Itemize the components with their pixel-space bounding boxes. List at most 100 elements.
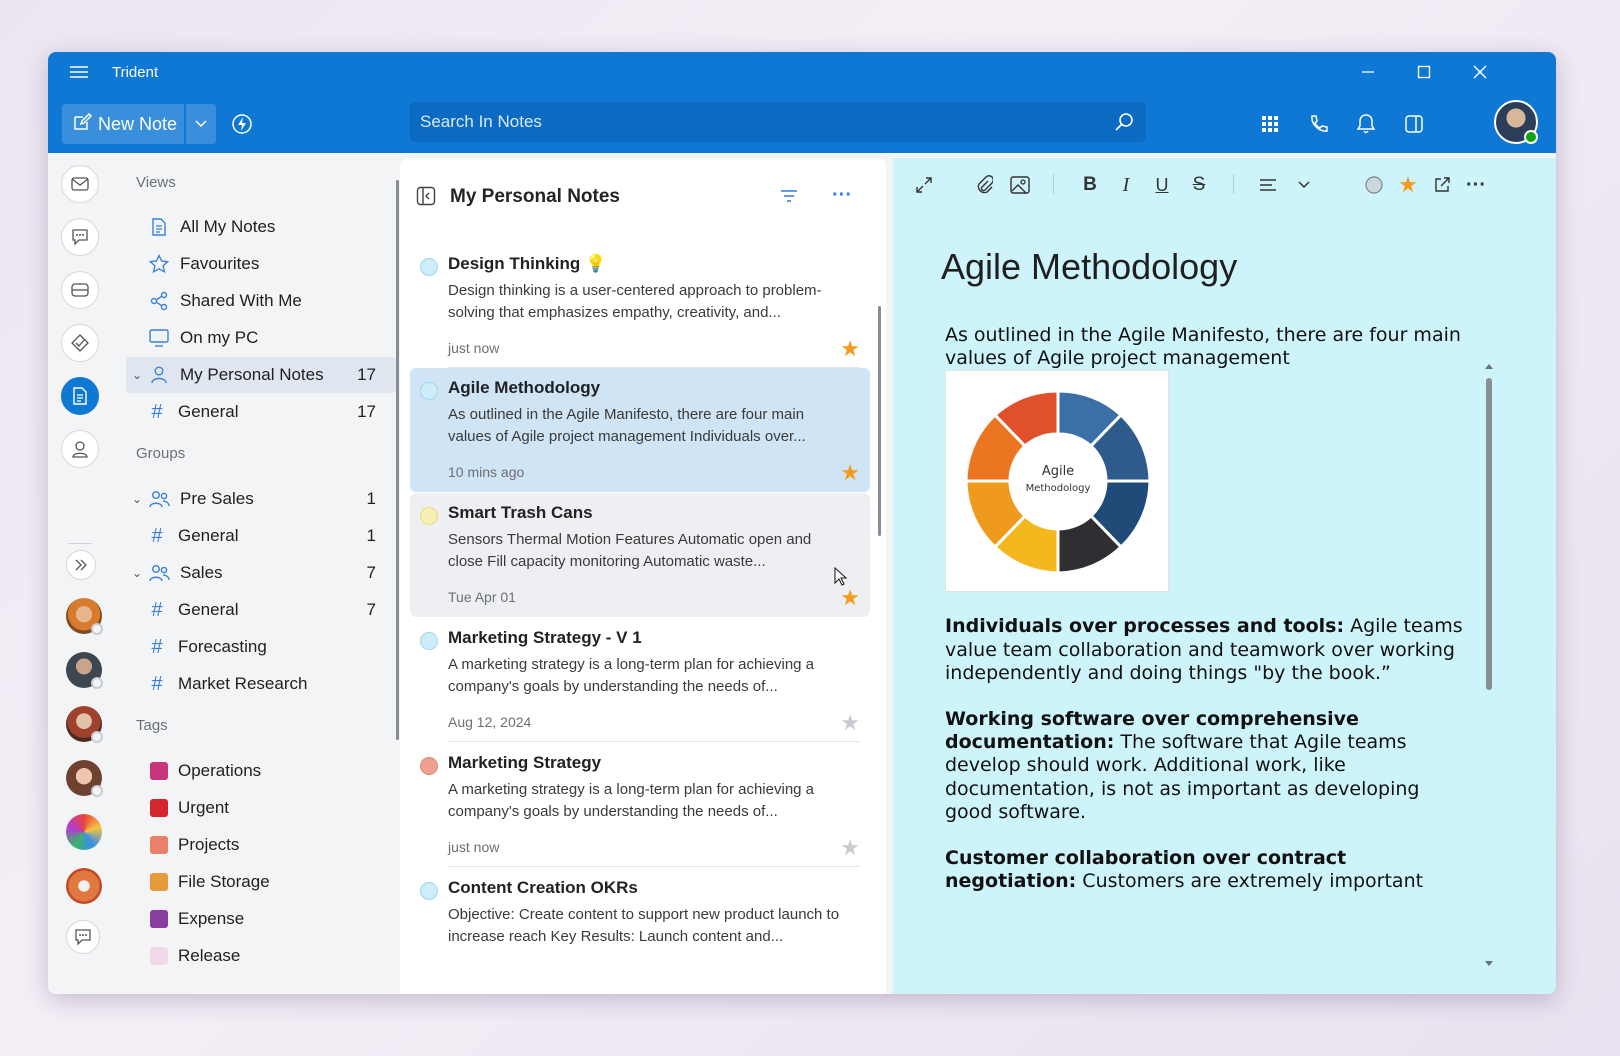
close-button[interactable] <box>1460 58 1500 86</box>
scroll-thumb[interactable] <box>1486 378 1492 690</box>
note-color-icon[interactable] <box>1359 170 1389 200</box>
maximize-button[interactable] <box>1404 58 1444 86</box>
nav-group-sales[interactable]: ⌄ Sales 7 <box>126 555 396 591</box>
filter-icon[interactable] <box>780 188 798 209</box>
bell-icon[interactable] <box>1352 110 1380 138</box>
nav-sales-general[interactable]: # General 7 <box>146 592 396 628</box>
star-icon[interactable]: ★ <box>840 835 860 861</box>
editor-scrollbar[interactable] <box>1484 360 1494 966</box>
contact-avatar-6[interactable] <box>66 868 102 904</box>
star-icon[interactable]: ★ <box>840 710 860 736</box>
bold-icon[interactable]: B <box>1075 170 1105 200</box>
contact-avatar-1[interactable] <box>66 598 103 635</box>
feedback-icon[interactable] <box>66 920 100 954</box>
nav-all-my-notes[interactable]: All My Notes <box>126 209 396 245</box>
note-item-marketing-strategy-v1[interactable]: Marketing Strategy - V 1 A marketing str… <box>410 618 870 742</box>
note-preview: Design thinking is a user-centered appro… <box>448 282 822 321</box>
more-options-icon[interactable]: ··· <box>1461 170 1491 200</box>
nav-pre-sales-general[interactable]: # General 1 <box>146 518 396 554</box>
nav-favourites[interactable]: Favourites <box>126 246 396 282</box>
contact-avatar-2[interactable] <box>66 652 103 689</box>
tag-label: File Storage <box>178 872 270 891</box>
open-external-icon[interactable] <box>1427 170 1457 200</box>
phone-icon[interactable] <box>1304 110 1332 138</box>
underline-icon[interactable]: U <box>1147 170 1177 200</box>
tag-projects[interactable]: Projects <box>150 827 396 863</box>
collapse-panel-icon[interactable] <box>416 186 436 211</box>
chevron-down-icon[interactable] <box>1289 170 1319 200</box>
note-item-agile-methodology[interactable]: Agile Methodology As outlined in the Agi… <box>410 368 870 492</box>
chat-icon[interactable] <box>61 218 99 256</box>
note-body[interactable]: As outlined in the Agile Manifesto, ther… <box>945 324 1465 906</box>
star-icon[interactable]: ★ <box>1393 170 1423 200</box>
note-date: just now <box>448 839 500 855</box>
panel-toggle-icon[interactable] <box>1400 110 1428 138</box>
new-note-button[interactable]: New Note <box>62 104 184 144</box>
paragraph-text: Customers are extremely important <box>1076 870 1424 893</box>
contact-avatar-5[interactable] <box>66 814 102 850</box>
nav-personal-general[interactable]: # General 17 <box>146 394 396 430</box>
nav-on-my-pc[interactable]: On my PC <box>126 320 396 356</box>
search-icon[interactable] <box>1114 112 1134 137</box>
navigation-panel: Views All My Notes Favourites Shared Wit… <box>112 153 400 994</box>
strikethrough-icon[interactable]: S <box>1184 170 1214 200</box>
expand-icon[interactable] <box>66 550 96 580</box>
align-icon[interactable] <box>1253 170 1283 200</box>
nav-label: On my PC <box>180 328 259 347</box>
presence-dot <box>91 731 103 743</box>
mail-icon[interactable] <box>61 165 99 203</box>
hamburger-menu-icon[interactable] <box>68 64 90 80</box>
user-avatar[interactable] <box>1494 100 1538 144</box>
note-item-marketing-strategy[interactable]: Marketing Strategy A marketing strategy … <box>410 743 870 867</box>
tag-operations[interactable]: Operations <box>150 753 396 789</box>
insert-image-icon[interactable] <box>1005 170 1035 200</box>
search-input[interactable] <box>420 112 1100 132</box>
new-note-dropdown-button[interactable] <box>186 104 216 144</box>
contacts-icon[interactable] <box>61 430 99 468</box>
note-color-dot <box>420 632 438 650</box>
note-item-content-creation-okrs[interactable]: Content Creation OKRs Objective: Create … <box>410 868 870 992</box>
hash-icon: # <box>151 672 163 695</box>
star-icon[interactable]: ★ <box>840 336 860 362</box>
drive-icon[interactable] <box>61 271 99 309</box>
star-icon[interactable]: ★ <box>840 460 860 486</box>
nav-sales-forecasting[interactable]: # Forecasting <box>146 629 396 665</box>
note-item-smart-trash-cans[interactable]: Smart Trash Cans Sensors Thermal Motion … <box>410 493 870 617</box>
note-color-dot <box>420 757 438 775</box>
italic-icon[interactable]: I <box>1111 170 1141 200</box>
agile-cycle-graphic: Agile Methodology <box>964 389 1152 575</box>
search-bar[interactable] <box>410 102 1146 142</box>
scroll-up-icon[interactable] <box>1484 362 1494 370</box>
nav-group-pre-sales[interactable]: ⌄ Pre Sales 1 <box>126 481 396 517</box>
chevron-down-icon[interactable]: ⌄ <box>132 492 148 506</box>
tag-color-swatch <box>150 947 168 965</box>
tag-file-storage[interactable]: File Storage <box>150 864 396 900</box>
nav-shared-with-me[interactable]: Shared With Me <box>126 283 396 319</box>
contact-avatar-4[interactable] <box>66 760 103 797</box>
note-title: Agile Methodology <box>448 378 601 397</box>
tag-urgent[interactable]: Urgent <box>150 790 396 826</box>
tag-expense[interactable]: Expense <box>150 901 396 937</box>
apps-grid-icon[interactable] <box>1256 110 1284 138</box>
agile-diagram-image[interactable]: Agile Methodology <box>945 370 1169 593</box>
tasks-icon[interactable] <box>61 324 99 362</box>
note-count: 7 <box>366 600 376 619</box>
notes-icon[interactable] <box>61 377 99 415</box>
note-list-scrollbar[interactable] <box>878 306 881 536</box>
note-title-heading[interactable]: Agile Methodology <box>941 246 1237 288</box>
tag-release[interactable]: Release <box>150 938 396 974</box>
nav-sales-market-research[interactable]: # Market Research <box>146 666 396 702</box>
chevron-down-icon[interactable]: ⌄ <box>132 368 148 382</box>
contact-avatar-3[interactable] <box>66 706 103 743</box>
chevron-down-icon[interactable]: ⌄ <box>132 566 148 580</box>
tag-color-swatch <box>150 799 168 817</box>
note-item-design-thinking[interactable]: Design Thinking 💡 Design thinking is a u… <box>410 244 870 368</box>
nav-scrollbar[interactable] <box>396 180 399 740</box>
nav-my-personal-notes[interactable]: ⌄ My Personal Notes 17 <box>126 357 396 393</box>
scroll-down-icon[interactable] <box>1484 960 1494 968</box>
minimize-button[interactable] <box>1348 58 1388 86</box>
attachment-icon[interactable] <box>969 170 999 200</box>
more-options-icon[interactable]: ··· <box>832 184 852 207</box>
quick-action-icon[interactable] <box>228 110 256 138</box>
expand-icon[interactable] <box>909 170 939 200</box>
